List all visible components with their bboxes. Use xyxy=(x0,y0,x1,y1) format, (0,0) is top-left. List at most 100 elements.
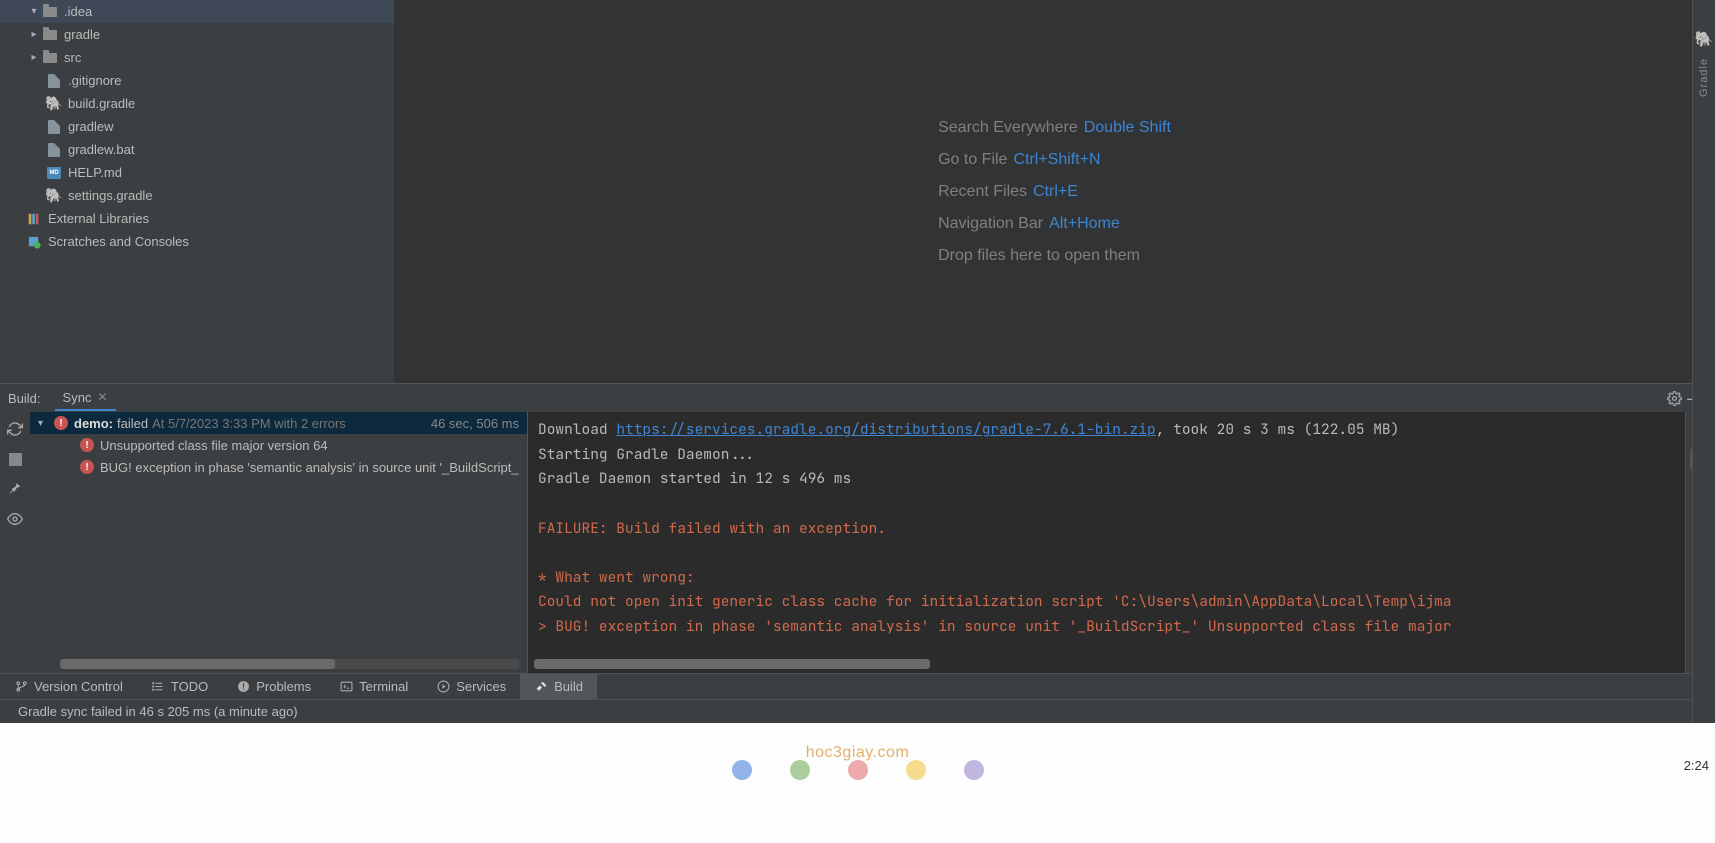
branch-icon xyxy=(14,680,28,694)
tree-item[interactable]: 🐘 settings.gradle xyxy=(0,184,394,207)
shortcut[interactable]: Double Shift xyxy=(1084,119,1171,136)
build-timing: 46 sec, 506 ms xyxy=(431,416,519,431)
file-icon xyxy=(46,119,62,135)
folder-icon xyxy=(42,27,58,43)
tab-label: Services xyxy=(456,679,506,694)
console-error: * What went wrong: xyxy=(538,568,695,587)
tree-item-scratches[interactable]: Scratches and Consoles xyxy=(0,230,394,253)
error-icon: ! xyxy=(80,438,94,452)
tree-label: src xyxy=(64,50,81,65)
tree-item[interactable]: gradlew xyxy=(0,115,394,138)
console-error: > BUG! exception in phase 'semantic anal… xyxy=(538,617,1452,636)
tab-label: Sync xyxy=(63,390,92,405)
hint-label: Recent Files xyxy=(938,183,1027,200)
build-row-error[interactable]: ! Unsupported class file major version 6… xyxy=(30,434,527,456)
tab-label: TODO xyxy=(171,679,208,694)
tree-item[interactable]: MD HELP.md xyxy=(0,161,394,184)
list-icon xyxy=(151,680,165,694)
folder-icon xyxy=(42,50,58,66)
bottom-toolbar: Version Control TODO Problems Terminal S… xyxy=(0,673,1715,699)
hint-label: Navigation Bar xyxy=(938,215,1043,232)
build-status: failed xyxy=(117,416,148,431)
tree-label: gradle xyxy=(64,27,100,42)
file-icon xyxy=(46,73,62,89)
build-toolbar xyxy=(0,412,30,673)
error-icon: ! xyxy=(80,460,94,474)
markdown-icon: MD xyxy=(46,165,62,181)
scrollbar-horizontal[interactable] xyxy=(60,659,519,669)
chevron-right-icon: ▸ xyxy=(28,29,40,40)
pin-icon[interactable] xyxy=(6,480,24,498)
build-console[interactable]: Download https://services.gradle.org/dis… xyxy=(528,412,1715,673)
tab-services[interactable]: Services xyxy=(422,674,520,699)
build-row-root[interactable]: ▾ ! demo: failed At 5/7/2023 3:33 PM wit… xyxy=(30,412,527,434)
tree-item[interactable]: gradlew.bat xyxy=(0,138,394,161)
tree-item[interactable]: ▸ gradle xyxy=(0,23,394,46)
hammer-icon xyxy=(534,680,548,694)
tree-item[interactable]: 🐘 build.gradle xyxy=(0,92,394,115)
error-text: Unsupported class file major version 64 xyxy=(100,438,328,453)
chevron-right-icon: ▸ xyxy=(28,52,40,63)
status-message: Gradle sync failed in 46 s 205 ms (a min… xyxy=(18,704,298,719)
build-title: Build: xyxy=(8,391,41,406)
shortcut[interactable]: Ctrl+E xyxy=(1033,183,1078,200)
tab-label: Version Control xyxy=(34,679,123,694)
console-text: Download xyxy=(538,420,616,439)
tab-label: Problems xyxy=(256,679,311,694)
build-events-tree[interactable]: ▾ ! demo: failed At 5/7/2023 3:33 PM wit… xyxy=(30,412,528,673)
console-error: FAILURE: Build failed with an exception. xyxy=(538,519,886,538)
tree-label: External Libraries xyxy=(48,211,149,226)
tree-label: Scratches and Consoles xyxy=(48,234,189,249)
stop-icon[interactable] xyxy=(6,450,24,468)
error-icon: ! xyxy=(54,416,68,430)
project-tree[interactable]: ▾ .idea ▸ gradle ▸ src .gitignore xyxy=(0,0,394,383)
tab-version-control[interactable]: Version Control xyxy=(0,674,137,699)
shortcut[interactable]: Alt+Home xyxy=(1049,215,1120,232)
gradle-label[interactable]: Gradle xyxy=(1698,58,1710,97)
tab-problems[interactable]: Problems xyxy=(222,674,325,699)
play-icon xyxy=(436,680,450,694)
tree-item-external-libraries[interactable]: External Libraries xyxy=(0,207,394,230)
hint-drop: Drop files here to open them xyxy=(938,247,1140,264)
right-toolbar[interactable]: 🐘 Gradle xyxy=(1692,0,1715,843)
taskbar xyxy=(0,760,1715,784)
tree-label: gradlew.bat xyxy=(68,142,135,157)
warning-icon xyxy=(236,680,250,694)
gradle-icon[interactable]: 🐘 xyxy=(1695,30,1714,48)
refresh-icon[interactable] xyxy=(6,420,24,438)
terminal-icon xyxy=(339,680,353,694)
build-meta: At 5/7/2023 3:33 PM with 2 errors xyxy=(152,416,346,431)
tab-terminal[interactable]: Terminal xyxy=(325,674,422,699)
shortcut[interactable]: Ctrl+Shift+N xyxy=(1013,151,1100,168)
scratches-icon xyxy=(26,234,42,250)
tab-build[interactable]: Build xyxy=(520,674,597,699)
build-tool-window: Build: Sync ✕ — ▾ ! demo: xyxy=(0,383,1715,673)
tab-label: Build xyxy=(554,679,583,694)
console-error: Could not open init generic class cache … xyxy=(538,592,1452,611)
tree-item[interactable]: ▾ .idea xyxy=(0,0,394,23)
library-icon xyxy=(26,211,42,227)
tree-label: .gitignore xyxy=(68,73,121,88)
editor-empty-state: Search EverywhereDouble Shift Go to File… xyxy=(394,0,1715,383)
build-project: demo: xyxy=(74,416,113,431)
folder-icon xyxy=(42,4,58,20)
close-icon[interactable]: ✕ xyxy=(97,390,107,404)
build-row-error[interactable]: ! BUG! exception in phase 'semantic anal… xyxy=(30,456,527,478)
file-icon xyxy=(46,142,62,158)
scrollbar-horizontal[interactable] xyxy=(534,659,930,669)
gradle-icon: 🐘 xyxy=(46,96,62,112)
console-text: Gradle Daemon started in 12 s 496 ms xyxy=(538,469,851,488)
gear-icon[interactable] xyxy=(1663,387,1685,409)
tree-label: .idea xyxy=(64,4,92,19)
tree-label: build.gradle xyxy=(68,96,135,111)
console-link[interactable]: https://services.gradle.org/distribution… xyxy=(616,420,1155,439)
status-bar: Gradle sync failed in 46 s 205 ms (a min… xyxy=(0,699,1715,723)
tree-label: HELP.md xyxy=(68,165,122,180)
gradle-icon: 🐘 xyxy=(46,188,62,204)
tree-item[interactable]: .gitignore xyxy=(0,69,394,92)
view-icon[interactable] xyxy=(6,510,24,528)
tree-item[interactable]: ▸ src xyxy=(0,46,394,69)
tab-sync[interactable]: Sync ✕ xyxy=(55,386,116,411)
hint-label: Go to File xyxy=(938,151,1007,168)
tab-todo[interactable]: TODO xyxy=(137,674,222,699)
